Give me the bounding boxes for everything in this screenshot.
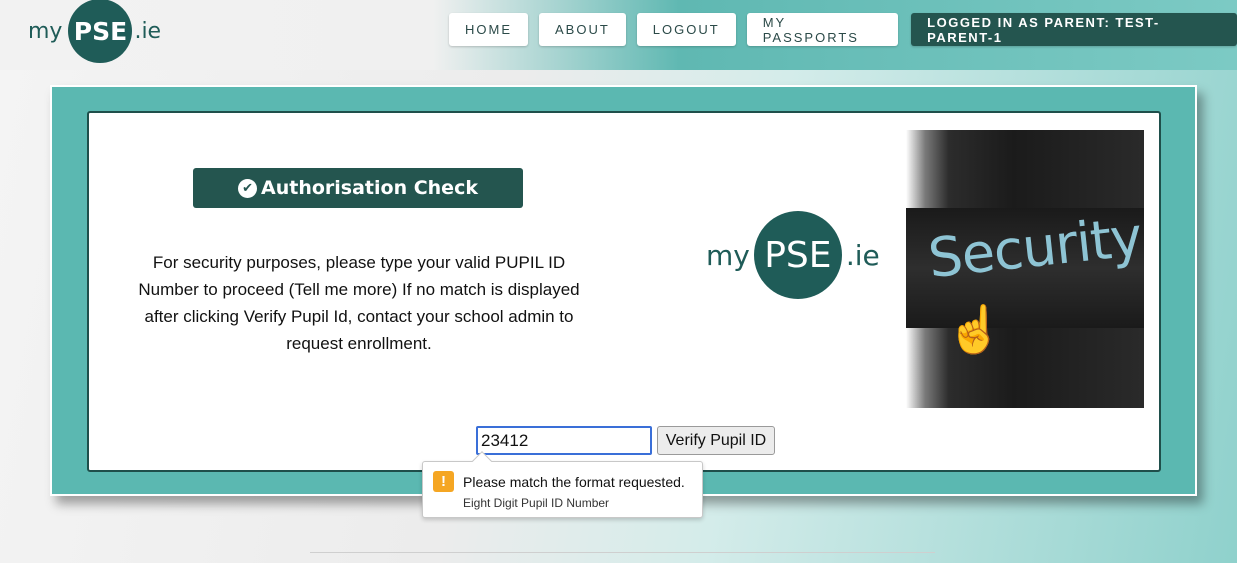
security-image: Security ☝ bbox=[906, 130, 1144, 408]
card-logo: my PSE .ie bbox=[706, 211, 880, 299]
auth-check-heading: ✔ Authorisation Check bbox=[193, 168, 523, 208]
auth-card: ✔ Authorisation Check For security purpo… bbox=[87, 111, 1161, 472]
nav-logout-button[interactable]: LOGOUT bbox=[636, 13, 736, 46]
pointer-hand-icon: ☝ bbox=[946, 303, 1004, 355]
card-logo-suffix: .ie bbox=[845, 238, 880, 272]
site-logo[interactable]: my PSE .ie bbox=[28, 0, 162, 63]
card-logo-prefix: my bbox=[706, 238, 750, 272]
validation-tooltip: ! Please match the format requested. Eig… bbox=[422, 461, 703, 518]
main-nav: HOME ABOUT LOGOUT MY PASSPORTS LOGGED IN… bbox=[449, 13, 1237, 46]
instructions-text: For security purposes, please type your … bbox=[138, 253, 580, 353]
check-circle-icon: ✔ bbox=[238, 178, 258, 198]
validation-message: Please match the format requested. bbox=[463, 474, 685, 490]
nav-my-passports-button[interactable]: MY PASSPORTS bbox=[746, 13, 899, 46]
logo-suffix: .ie bbox=[134, 18, 162, 44]
logo-prefix: my bbox=[28, 18, 63, 44]
validation-detail: Eight Digit Pupil ID Number bbox=[463, 496, 610, 510]
card-logo-circle: PSE bbox=[753, 211, 842, 299]
verify-pupil-id-button[interactable]: Verify Pupil ID bbox=[657, 426, 775, 455]
main-panel: ✔ Authorisation Check For security purpo… bbox=[50, 85, 1197, 496]
auth-check-title: Authorisation Check bbox=[261, 177, 478, 199]
nav-about-button[interactable]: ABOUT bbox=[539, 13, 626, 46]
nav-home-button[interactable]: HOME bbox=[449, 13, 528, 46]
warning-icon: ! bbox=[433, 471, 454, 492]
logged-in-user-badge[interactable]: LOGGED IN AS PARENT: TEST-PARENT-1 bbox=[911, 13, 1237, 46]
footer-divider bbox=[310, 552, 935, 553]
logo-circle: PSE bbox=[68, 0, 133, 63]
pupil-id-input[interactable] bbox=[476, 426, 652, 455]
